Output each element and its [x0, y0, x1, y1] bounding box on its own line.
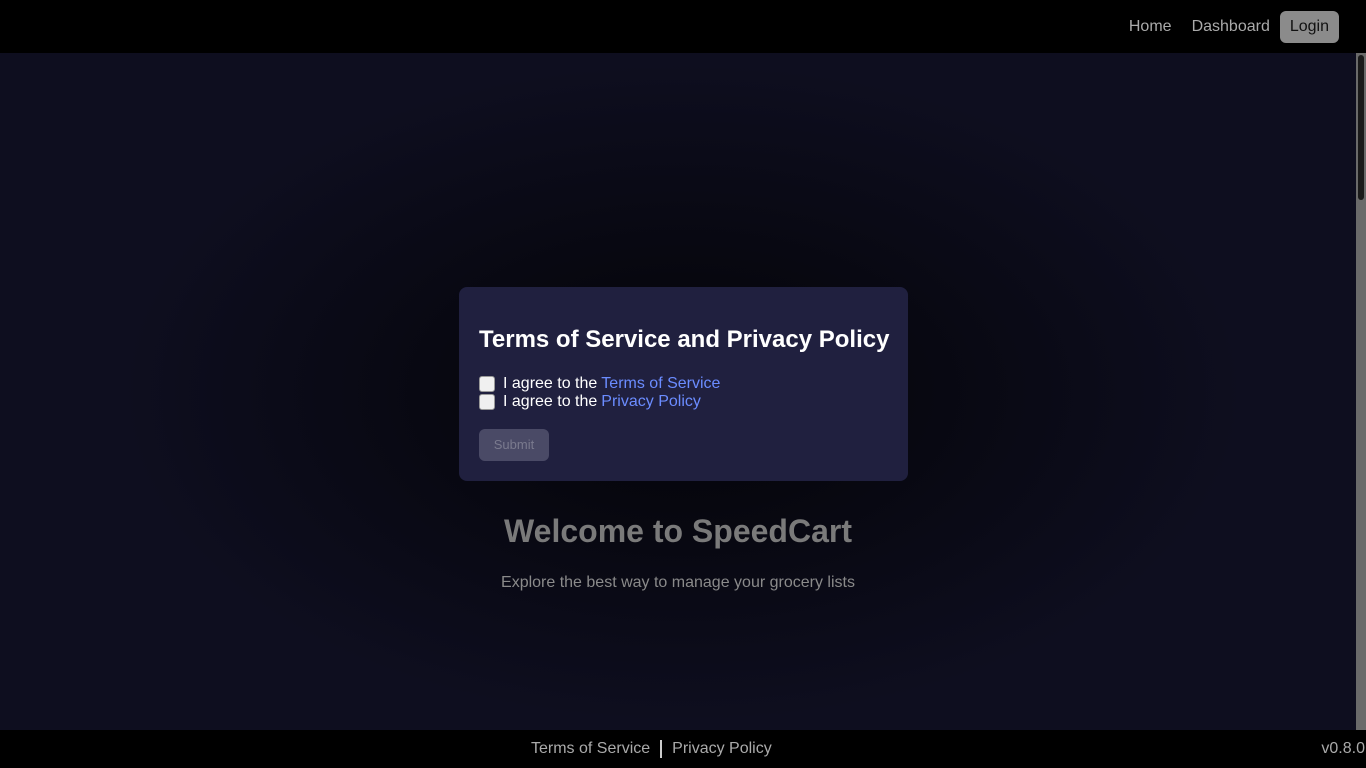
nav-dashboard-link[interactable]: Dashboard: [1182, 11, 1280, 43]
footer-terms-link[interactable]: Terms of Service: [531, 740, 650, 758]
nav-login-link[interactable]: Login: [1279, 10, 1339, 43]
hero-title: Welcome to SpeedCart: [504, 513, 852, 549]
hero-subtitle: Explore the best way to manage your groc…: [501, 574, 855, 591]
footer-divider: [660, 740, 663, 758]
terms-agree-row: I agree to the Terms of Service: [479, 375, 720, 393]
footer-links: Terms of Service Privacy Policy: [531, 730, 772, 768]
footer: Terms of Service Privacy Policy v0.8.0: [0, 730, 1366, 768]
terms-of-service-link[interactable]: Terms of Service: [601, 375, 720, 393]
privacy-agree-label: I agree to the: [503, 393, 598, 410]
submit-button[interactable]: Submit: [479, 429, 549, 461]
version-label: v0.8.0: [1321, 740, 1365, 757]
modal-title: Terms of Service and Privacy Policy: [479, 326, 890, 353]
privacy-policy-link[interactable]: Privacy Policy: [601, 393, 701, 411]
terms-modal: Terms of Service and Privacy Policy I ag…: [459, 287, 908, 481]
scrollbar-thumb[interactable]: [1358, 55, 1364, 200]
page-scrollbar[interactable]: [1356, 53, 1366, 730]
terms-agree-label: I agree to the: [503, 375, 598, 392]
footer-privacy-link[interactable]: Privacy Policy: [672, 740, 772, 758]
nav-home-link[interactable]: Home: [1119, 11, 1182, 43]
top-navbar: Home Dashboard Login: [0, 0, 1366, 53]
privacy-agree-checkbox[interactable]: [479, 394, 495, 410]
main-nav: Home Dashboard Login: [1119, 10, 1339, 43]
terms-agree-checkbox[interactable]: [479, 376, 495, 392]
privacy-agree-row: I agree to the Privacy Policy: [479, 393, 701, 411]
